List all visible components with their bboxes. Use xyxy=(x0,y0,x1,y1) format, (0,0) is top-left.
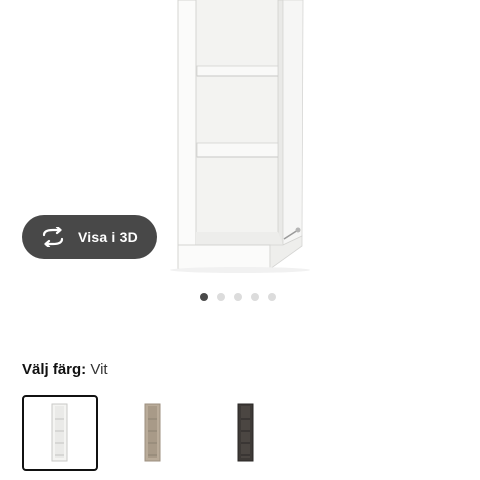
bookcase-white-thumbnail xyxy=(51,403,68,462)
carousel-dots xyxy=(200,293,276,303)
view-in-3d-button[interactable]: Visa i 3D xyxy=(22,215,157,259)
carousel-dot-2[interactable] xyxy=(217,293,225,301)
color-picker-label: Välj färg: Vit xyxy=(22,361,108,379)
color-swatch-brown-black[interactable] xyxy=(208,395,284,471)
view-in-3d-label: Visa i 3D xyxy=(78,229,138,245)
bookcase-beige-thumbnail xyxy=(144,403,161,462)
color-swatch-white[interactable] xyxy=(22,395,98,471)
color-label-key: Välj färg: xyxy=(22,361,87,378)
carousel-dot-5[interactable] xyxy=(268,293,276,301)
bookcase-brown-black-thumbnail xyxy=(237,403,254,462)
rotate-3d-icon xyxy=(40,225,66,249)
carousel-dot-1[interactable] xyxy=(200,293,208,301)
color-swatch-beige[interactable] xyxy=(115,395,191,471)
carousel-dot-4[interactable] xyxy=(251,293,259,301)
selected-color-value: Vit xyxy=(90,361,108,378)
carousel-dot-3[interactable] xyxy=(234,293,242,301)
color-swatches xyxy=(22,395,284,471)
